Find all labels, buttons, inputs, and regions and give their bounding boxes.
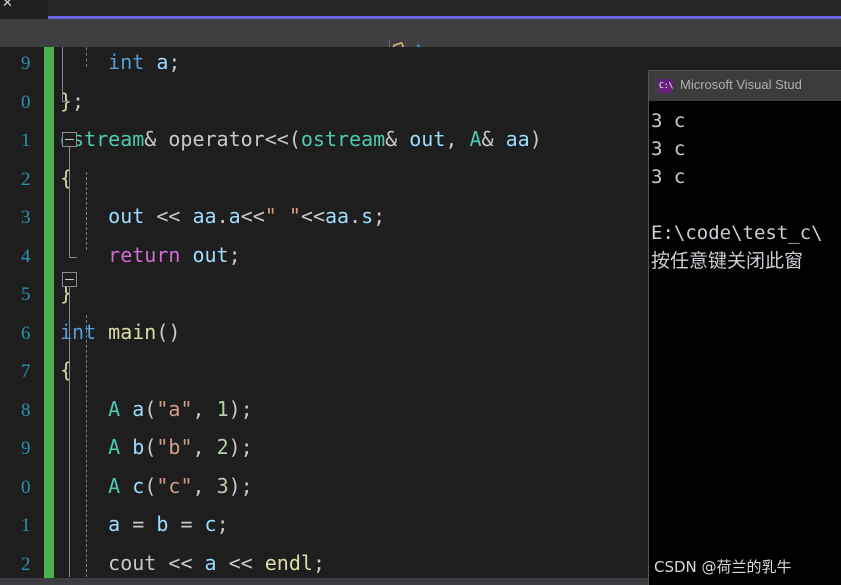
close-icon[interactable]: ✕ [2, 0, 13, 10]
structure-guide [69, 287, 70, 577]
line-number: 3 [0, 207, 30, 229]
collapse-toggle-main[interactable] [62, 272, 77, 287]
code-text: A a("a", 1); [60, 397, 253, 421]
console-line: 3 c [651, 135, 841, 163]
line-number: 6 [0, 323, 30, 345]
structure-guide-corner [69, 257, 77, 258]
line-number: 4 [0, 246, 30, 268]
code-text: out << aa.a<<" "<<aa.s; [60, 204, 385, 228]
structure-guide-corner [62, 101, 70, 102]
change-indicator [44, 163, 54, 202]
watermark: CSDN @荷兰的乳牛 [654, 556, 792, 577]
console-icon-glyph: C:\ [659, 80, 673, 91]
structure-guide [69, 147, 70, 257]
console-title: Microsoft Visual Stud [680, 77, 802, 92]
console-line: 3 c [651, 163, 841, 191]
change-indicator [44, 47, 54, 86]
change-indicator [44, 355, 54, 394]
structure-guide [62, 47, 63, 101]
change-indicator [44, 471, 54, 510]
code-text: { [60, 166, 72, 190]
line-number: 7 [0, 361, 30, 383]
line-number: 2 [0, 554, 30, 576]
change-indicator [44, 278, 54, 317]
change-indicator [44, 201, 54, 240]
line-number: 9 [0, 53, 30, 75]
change-indicator [44, 509, 54, 548]
change-indicator [44, 317, 54, 356]
change-indicator [44, 394, 54, 433]
line-number: 8 [0, 400, 30, 422]
collapse-toggle-operator[interactable] [62, 132, 77, 147]
console-line: 3 c [651, 107, 841, 135]
vs-editor-screenshot: ✕ A 9 int a;0};1ostream& operator<<(ostr… [0, 0, 841, 585]
horizontal-scrollbar[interactable] [0, 578, 648, 585]
indent-guide [86, 172, 87, 250]
line-number: 1 [0, 515, 30, 537]
line-number: 5 [0, 284, 30, 306]
console-output: 3 c3 c3 cE:\code\test_c\按任意键关闭此窗 [649, 101, 841, 585]
indent-guide [86, 47, 87, 67]
indent-guide [86, 315, 87, 577]
change-indicator [44, 240, 54, 279]
line-number: 2 [0, 169, 30, 191]
code-text: A c("c", 3); [60, 474, 253, 498]
change-indicator [44, 432, 54, 471]
code-text: A b("b", 2); [60, 435, 253, 459]
change-indicator [44, 86, 54, 125]
code-text: cout << a << endl; [60, 551, 325, 575]
code-text: ostream& operator<<(ostream& out, A& aa) [60, 127, 542, 151]
line-number: 0 [0, 92, 30, 114]
document-tab-strip: ✕ [0, 0, 841, 19]
code-text: int a; [60, 50, 180, 74]
line-number: 1 [0, 130, 30, 152]
line-number: 0 [0, 477, 30, 499]
line-number: 9 [0, 438, 30, 460]
active-document-tab[interactable]: ✕ [0, 0, 48, 19]
console-window[interactable]: C:\ Microsoft Visual Stud 3 c3 c3 cE:\co… [648, 70, 841, 585]
code-text: { [60, 358, 72, 382]
editor-navigation-bar: A [0, 19, 841, 47]
code-text: int main() [60, 320, 180, 344]
change-indicator [44, 124, 54, 163]
console-blank-line [651, 191, 841, 219]
code-text: return out; [60, 243, 241, 267]
console-title-bar[interactable]: C:\ Microsoft Visual Stud [649, 71, 841, 101]
console-line: 按任意键关闭此窗 [651, 247, 841, 275]
console-icon: C:\ [658, 79, 673, 93]
console-line: E:\code\test_c\ [651, 219, 841, 247]
